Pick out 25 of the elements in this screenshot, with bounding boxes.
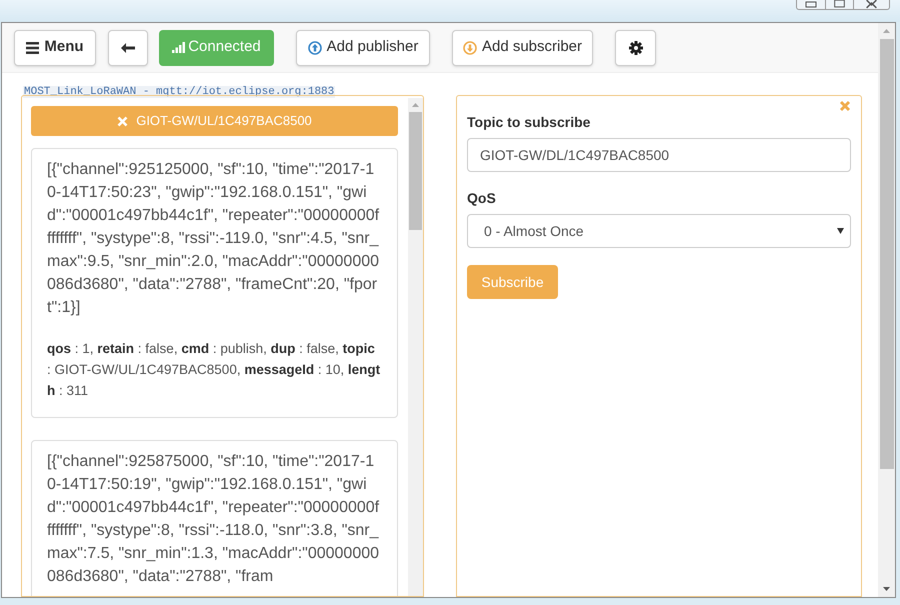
topic-label: Topic to subscribe [467,113,590,132]
download-circle-icon [462,40,477,54]
settings-icon [628,40,642,54]
add-subscriber-button[interactable]: Add subscriber [452,30,593,66]
scrollbar[interactable] [878,23,895,597]
message-meta: qos : 1, retain : false, cmd : publish, dup : false, topic : GIOT-GW/UL/1C497BAC8500, messageId : 10, length : 311 [47,340,382,400]
qos-select[interactable]: 0 - Almost Once [467,214,851,248]
topic-input-field[interactable]: GIOT-GW/DL/1C497BAC8500 [467,138,851,172]
scrollbar[interactable] [408,98,423,596]
scrollbar-thumb[interactable] [880,39,894,469]
scrollbar-thumb[interactable] [409,112,422,230]
message-payload: [{"channel":925125000, "sf":10, "time":"2017-10-14T17:50:23", "gwip":"192.168.0.151", "gwid":"00001c497bb44c1f", "repeater":"00000000ffffffff", "systype":8, "rssi":-119.0, "snr":4.5, "snr_max":9.5, "snr_min":2.0, "macAddr":"00000000086d3680", "data":"2788", "frameCnt":20, "fport":1}] [47,160,380,318]
dropdown-caret-icon [837,228,844,234]
upload-circle-icon [308,40,322,54]
add-publisher-button[interactable]: Add publisher [296,30,430,66]
connection-label: MOST_Link_LoRaWAN - mqtt://iot.eclipse.org:1883 [23,86,336,98]
qos-label: QoS [467,189,496,208]
back-button[interactable] [108,30,148,66]
menu-button[interactable]: Menu [14,30,96,66]
menu-icon [26,42,40,54]
message-payload: [{"channel":925875000, "sf":10, "time":"2017-10-14T17:50:19", "gwip":"192.168.0.151", "gwid":"00001c497bb44c1f", "repeater":"00000000ffffffff", "systype":8, "rssi":-118.0, "snr":3.8, "snr_max":7.5, "snr_min":1.3, "macAddr":"00000000086d3680", "data":"2788", "fram [47,452,380,587]
close-icon [117,116,128,126]
signal-icon [172,42,186,53]
arrow-left-icon [121,42,135,54]
settings-button[interactable] [615,30,656,66]
